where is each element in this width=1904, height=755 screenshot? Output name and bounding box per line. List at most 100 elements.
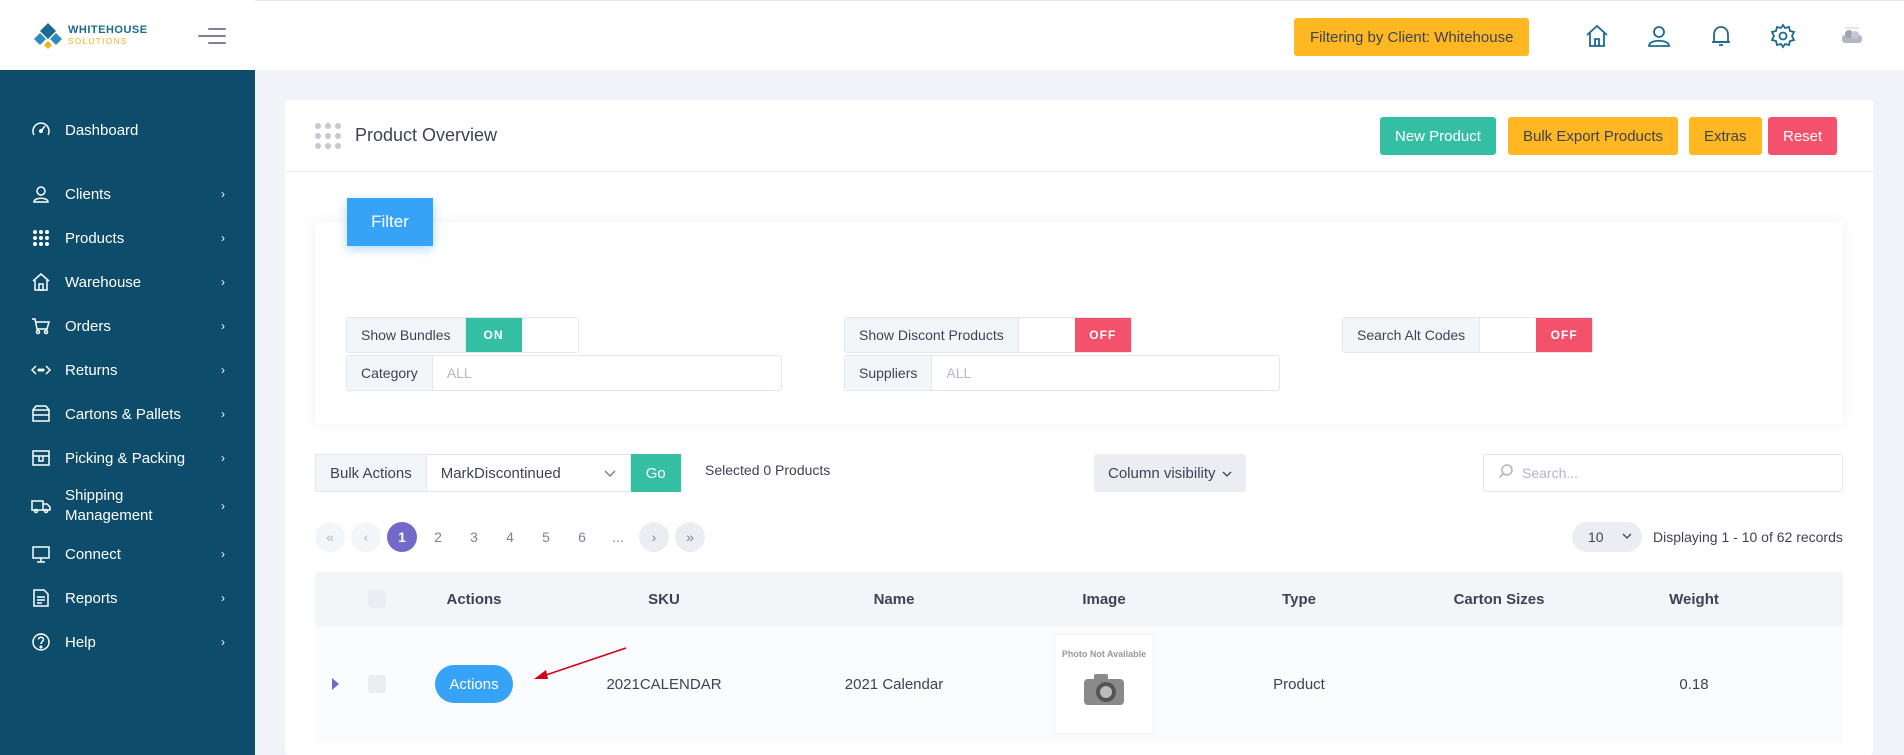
chevron-down-icon <box>1622 532 1632 543</box>
suppliers-select[interactable]: ALL <box>932 356 1279 390</box>
name-cell: 2021 Calendar <box>844 675 944 693</box>
sidebar-item-warehouse[interactable]: Warehouse › <box>0 260 255 304</box>
column-header[interactable]: Carton Sizes <box>1399 591 1599 608</box>
bulk-export-button[interactable]: Bulk Export Products <box>1508 117 1679 155</box>
client-filter-badge[interactable]: Filtering by Client: Whitehouse <box>1294 18 1530 56</box>
sidebar-item-shipping[interactable]: Shipping Management › <box>0 480 255 532</box>
sidebar-item-returns[interactable]: Returns › <box>0 348 255 392</box>
category-select[interactable]: ALL <box>433 356 781 390</box>
product-image[interactable]: Photo Not Available <box>1054 634 1154 734</box>
search-box <box>1483 454 1843 492</box>
show-bundles-toggle[interactable]: ON <box>465 318 578 352</box>
per-page-value: 10 <box>1588 529 1604 545</box>
column-header[interactable]: Weight <box>1599 591 1789 608</box>
row-checkbox[interactable] <box>368 675 386 693</box>
chevron-right-icon: › <box>221 231 225 245</box>
page-button[interactable]: 1 <box>387 522 417 552</box>
logo-line1: WHITEHOUSE <box>68 23 148 36</box>
prev-page-button[interactable]: ‹ <box>351 522 381 552</box>
column-visibility-button[interactable]: Column visibility <box>1094 454 1246 492</box>
chevron-right-icon: › <box>221 499 225 513</box>
avatar[interactable] <box>1839 23 1865 49</box>
home-icon[interactable] <box>1584 23 1610 49</box>
bulk-actions-select[interactable]: MarkDiscontinued <box>426 454 631 492</box>
sidebar-item-label: Orders <box>65 317 111 335</box>
sidebar-item-label: Connect <box>65 545 121 563</box>
search-alt-group: Search Alt Codes OFF <box>1342 317 1594 353</box>
toggle-off: OFF <box>1536 318 1593 352</box>
sidebar-item-connect[interactable]: Connect › <box>0 532 255 576</box>
sidebar-item-orders[interactable]: Orders › <box>0 304 255 348</box>
chevron-right-icon: › <box>221 407 225 421</box>
sidebar-item-help[interactable]: Help › <box>0 620 255 664</box>
records-info: Displaying 1 - 10 of 62 records <box>1653 529 1843 545</box>
column-header[interactable]: Image <box>1009 591 1199 608</box>
chevron-right-icon: › <box>221 547 225 561</box>
type-cell: Product <box>1273 675 1325 693</box>
image-placeholder-text: Photo Not Available <box>1061 649 1147 659</box>
connect-icon <box>30 543 52 565</box>
show-bundles-group: Show Bundles ON <box>346 317 579 353</box>
more-pages-button[interactable]: ... <box>603 522 633 552</box>
column-header[interactable]: Actions <box>399 591 549 608</box>
reset-button[interactable]: Reset <box>1768 117 1838 155</box>
chevron-down-icon <box>1222 465 1232 482</box>
chevron-right-icon: › <box>221 187 225 201</box>
sidebar-item-cartons[interactable]: Cartons & Pallets › <box>0 392 255 436</box>
select-all-checkbox[interactable] <box>368 590 386 608</box>
camera-icon <box>1084 674 1124 705</box>
filter-tab[interactable]: Filter <box>347 198 433 246</box>
search-alt-toggle[interactable]: OFF <box>1480 318 1593 352</box>
column-visibility-label: Column visibility <box>1108 464 1216 482</box>
chevron-right-icon: › <box>221 451 225 465</box>
sidebar-item-label: Clients <box>65 185 111 203</box>
column-header[interactable]: Type <box>1199 591 1399 608</box>
user-icon[interactable] <box>1646 23 1672 49</box>
bell-icon[interactable] <box>1708 23 1734 49</box>
last-page-button[interactable]: » <box>675 522 705 552</box>
logo[interactable]: WHITEHOUSE SOLUTIONS <box>68 23 148 46</box>
show-discont-label: Show Discont Products <box>845 318 1019 352</box>
reports-icon <box>30 587 52 609</box>
sidebar-item-label: Warehouse <box>65 273 142 291</box>
bulk-actions-value: MarkDiscontinued <box>440 464 561 482</box>
product-overview-card: Product Overview New Product Bulk Export… <box>285 100 1873 755</box>
page-button[interactable]: 3 <box>459 522 489 552</box>
orders-icon <box>30 315 52 337</box>
page-button[interactable]: 2 <box>423 522 453 552</box>
products-table: Actions SKU Name Image Type Carton Sizes… <box>315 572 1843 742</box>
page-button[interactable]: 6 <box>567 522 597 552</box>
sidebar-item-reports[interactable]: Reports › <box>0 576 255 620</box>
expand-row-icon[interactable] <box>331 678 339 690</box>
go-button[interactable]: Go <box>630 454 681 492</box>
page-button[interactable]: 5 <box>531 522 561 552</box>
sidebar-item-dashboard[interactable]: Dashboard <box>0 108 255 152</box>
per-page-select[interactable]: 10 <box>1572 522 1642 552</box>
column-header[interactable]: Name <box>779 591 1009 608</box>
row-actions-button[interactable]: Actions <box>435 665 513 703</box>
show-discont-toggle[interactable]: OFF <box>1018 318 1131 352</box>
topbar: Filtering by Client: Whitehouse <box>255 0 1904 70</box>
first-page-button[interactable]: « <box>315 522 345 552</box>
search-icon <box>1498 463 1514 484</box>
category-group: Category ALL <box>346 355 782 391</box>
weight-cell: 0.18 <box>1679 675 1709 693</box>
next-page-button[interactable]: › <box>639 522 669 552</box>
page-button[interactable]: 4 <box>495 522 525 552</box>
menu-toggle-icon[interactable] <box>198 28 226 46</box>
search-input[interactable] <box>1522 465 1822 481</box>
sidebar-item-label: Products <box>65 229 125 247</box>
column-header[interactable]: SKU <box>549 591 779 608</box>
sidebar-item-products[interactable]: Products › <box>0 216 255 260</box>
shipping-icon <box>30 495 52 517</box>
sidebar-item-label: Help <box>65 633 96 651</box>
chevron-right-icon: › <box>221 275 225 289</box>
extras-button[interactable]: Extras <box>1689 117 1762 155</box>
new-product-button[interactable]: New Product <box>1380 117 1496 155</box>
sidebar-item-picking[interactable]: Picking & Packing › <box>0 436 255 480</box>
gear-icon[interactable] <box>1770 23 1796 49</box>
sidebar-item-clients[interactable]: Clients › <box>0 172 255 216</box>
table-header: Actions SKU Name Image Type Carton Sizes… <box>315 572 1843 626</box>
chevron-right-icon: › <box>221 635 225 649</box>
products-icon <box>30 227 52 249</box>
